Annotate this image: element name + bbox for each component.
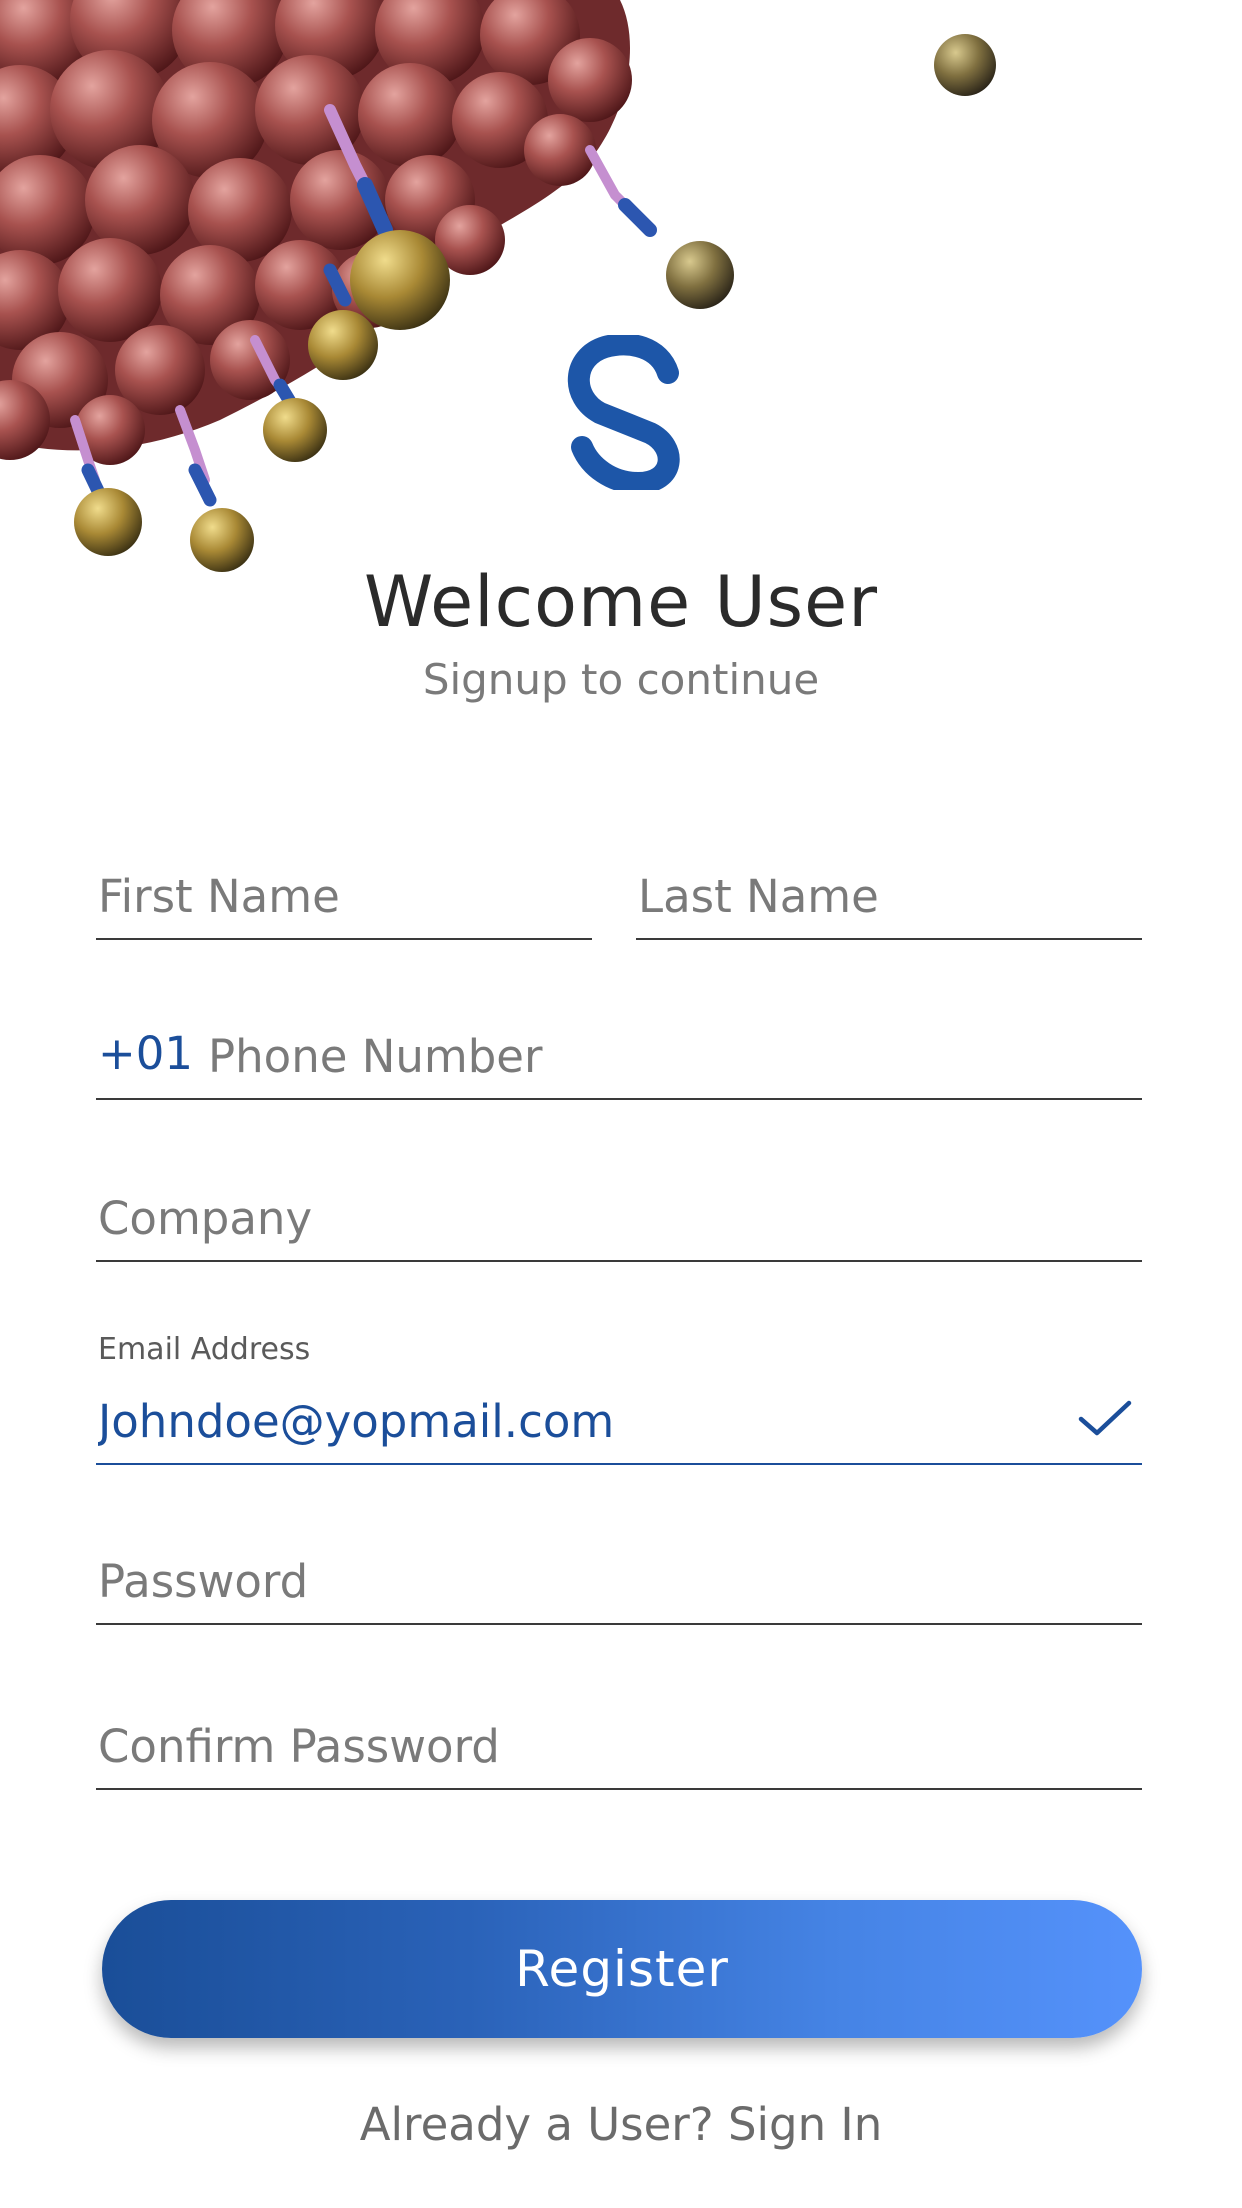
password-input[interactable] bbox=[98, 1551, 1140, 1611]
checkmark-icon bbox=[1078, 1400, 1132, 1436]
email-field: Email Address bbox=[96, 1330, 1142, 1465]
email-input[interactable] bbox=[98, 1391, 1054, 1451]
page-subtitle: Signup to continue bbox=[422, 655, 820, 704]
s-logo-icon bbox=[567, 335, 680, 490]
hero-illustration bbox=[0, 0, 996, 572]
sign-in-link[interactable]: Already a User? Sign In bbox=[0, 2095, 1242, 2155]
company-input[interactable] bbox=[98, 1188, 1140, 1248]
phone-field: +01 bbox=[96, 1000, 1142, 1100]
confirm-password-input[interactable] bbox=[98, 1716, 1140, 1776]
phone-input[interactable] bbox=[208, 1026, 1138, 1086]
register-button[interactable]: Register bbox=[102, 1900, 1142, 2038]
first-name-field bbox=[96, 840, 592, 940]
last-name-field bbox=[636, 840, 1142, 940]
password-field bbox=[96, 1525, 1142, 1625]
confirm-password-field bbox=[96, 1690, 1142, 1790]
email-label: Email Address bbox=[98, 1332, 311, 1367]
first-name-input[interactable] bbox=[98, 866, 590, 926]
country-code-prefix[interactable]: +01 bbox=[98, 1024, 193, 1084]
last-name-input[interactable] bbox=[638, 866, 1140, 926]
company-field bbox=[96, 1160, 1142, 1262]
tumor-cluster bbox=[0, 0, 632, 465]
page-title: Welcome User bbox=[364, 561, 878, 643]
